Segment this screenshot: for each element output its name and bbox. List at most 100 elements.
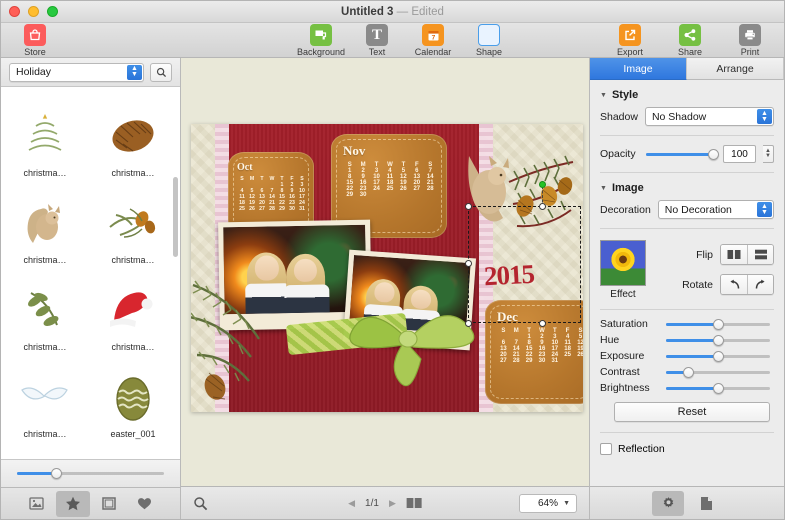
saturation-slider[interactable]: [666, 318, 770, 330]
masks-tab[interactable]: [128, 491, 162, 517]
shape-button[interactable]: Shape: [465, 23, 513, 57]
list-item-label: christma…: [23, 168, 67, 178]
resize-handle-w[interactable]: [465, 260, 472, 267]
style-section-header[interactable]: ▼ Style: [590, 86, 784, 104]
decoration-select[interactable]: No Decoration ▲ ▼: [657, 200, 774, 219]
library-tab-bar: [1, 487, 180, 519]
frames-tab[interactable]: [92, 491, 126, 517]
slider-knob[interactable]: [712, 334, 724, 346]
squirrel-thumb: [14, 192, 76, 254]
list-item[interactable]: christma…: [1, 354, 89, 441]
list-item[interactable]: easter_003: [89, 441, 177, 459]
slider-knob[interactable]: [51, 468, 63, 479]
list-item[interactable]: easter_002: [1, 441, 89, 459]
list-item-label: christma…: [23, 429, 67, 439]
list-item[interactable]: christma…: [1, 180, 89, 267]
sidebar-scrollbar[interactable]: [173, 177, 178, 257]
cliparts-tab[interactable]: [55, 490, 90, 517]
opacity-field[interactable]: 100: [723, 145, 756, 163]
category-popup[interactable]: Holiday ▲ ▼: [9, 62, 144, 82]
tab-image[interactable]: Image: [590, 58, 687, 80]
text-button[interactable]: T Text: [353, 23, 401, 57]
settings-tab[interactable]: [652, 490, 684, 516]
slider-knob[interactable]: [712, 318, 724, 330]
thumbnail-size-slider[interactable]: [1, 459, 180, 487]
rotate-handle[interactable]: [539, 181, 546, 188]
list-item-label: christma…: [23, 255, 67, 265]
slider-fill: [645, 152, 713, 156]
rotate-label: Rotate: [682, 278, 713, 291]
week-row: 27 28 29 30 31: [497, 358, 583, 364]
document-canvas[interactable]: Oct S M T W T F S 1 2 3 4 5 6 7 8 9 10 1…: [181, 58, 589, 486]
reflection-row[interactable]: Reflection: [590, 439, 784, 459]
reset-button[interactable]: Reset: [614, 402, 770, 422]
close-button[interactable]: [9, 6, 20, 17]
resize-handle-sw[interactable]: [465, 320, 472, 327]
opacity-stepper[interactable]: ▲ ▼: [763, 145, 774, 163]
hue-slider[interactable]: [666, 334, 770, 346]
day-cell: 31: [299, 206, 305, 212]
print-button[interactable]: Print: [726, 23, 774, 57]
day-cell: 29: [525, 358, 533, 364]
saturation-label: Saturation: [600, 318, 648, 330]
store-button[interactable]: Store: [11, 23, 59, 57]
flip-horizontal-button[interactable]: [721, 245, 747, 264]
canvas-area: Oct S M T W T F S 1 2 3 4 5 6 7 8 9 10 1…: [181, 58, 589, 519]
day-cell: 30: [538, 358, 546, 364]
slider-knob[interactable]: [683, 366, 695, 378]
list-item[interactable]: christma…: [89, 180, 177, 267]
zoom-search-button[interactable]: [193, 496, 208, 511]
day-cell: 31: [551, 358, 559, 364]
contrast-slider[interactable]: [666, 366, 770, 378]
slider-knob[interactable]: [707, 148, 719, 160]
resize-handle-n[interactable]: [539, 203, 546, 210]
list-item[interactable]: christma…: [89, 93, 177, 180]
christmas-tree-thumb: [14, 105, 76, 167]
exposure-label: Exposure: [600, 350, 645, 362]
reflection-checkbox[interactable]: [600, 443, 612, 455]
calendar-button[interactable]: 7 Calendar: [409, 23, 457, 57]
image-section-header[interactable]: ▼ Image: [590, 179, 784, 197]
resize-handle-s[interactable]: [539, 320, 546, 327]
month-name-oct: Oct: [237, 162, 253, 173]
next-page-button[interactable]: ▶: [389, 498, 396, 509]
export-button[interactable]: Export: [606, 23, 654, 57]
pages-tab[interactable]: [690, 491, 722, 516]
title-bar: Untitled 3 — Edited: [1, 1, 784, 23]
clipart-grid[interactable]: christma… christma… christma… christma… …: [1, 87, 180, 459]
list-item[interactable]: christma…: [1, 267, 89, 354]
zoom-button[interactable]: [47, 6, 58, 17]
zoom-level-select[interactable]: 64% ▼: [519, 493, 577, 513]
calendar-label: Calendar: [414, 47, 452, 57]
page-icon: [700, 496, 712, 510]
effect-thumbnail[interactable]: [600, 240, 646, 286]
tab-arrange[interactable]: Arrange: [687, 58, 784, 80]
day-cell: 27: [500, 358, 507, 364]
list-item[interactable]: christma…: [89, 267, 177, 354]
holly-branch-thumb: [14, 279, 76, 341]
divider: [600, 135, 774, 136]
photos-tab[interactable]: [20, 491, 54, 517]
opacity-slider[interactable]: [645, 148, 719, 160]
background-label: Background: [296, 47, 346, 57]
slider-knob[interactable]: [712, 350, 724, 362]
rotate-ccw-button[interactable]: [721, 275, 747, 294]
shadow-value: No Shadow: [651, 110, 707, 123]
slider-knob[interactable]: [712, 382, 724, 394]
rotate-cw-button[interactable]: [747, 275, 773, 294]
selection-rect: [468, 206, 581, 323]
list-item[interactable]: christma…: [1, 93, 89, 180]
minimize-button[interactable]: [28, 6, 39, 17]
prev-page-button[interactable]: ◀: [348, 498, 355, 509]
search-button[interactable]: [150, 62, 172, 82]
exposure-slider[interactable]: [666, 350, 770, 362]
book-spread-button[interactable]: [406, 497, 422, 509]
list-item[interactable]: easter_001: [89, 354, 177, 441]
brightness-slider[interactable]: [666, 382, 770, 394]
main-toolbar: Store Background T Text 7 Calendar Shape…: [1, 23, 784, 58]
background-button[interactable]: Background: [297, 23, 345, 57]
flip-vertical-button[interactable]: [747, 245, 773, 264]
share-button[interactable]: Share: [666, 23, 714, 57]
shadow-select[interactable]: No Shadow ▲ ▼: [644, 107, 774, 126]
resize-handle-nw[interactable]: [465, 203, 472, 210]
